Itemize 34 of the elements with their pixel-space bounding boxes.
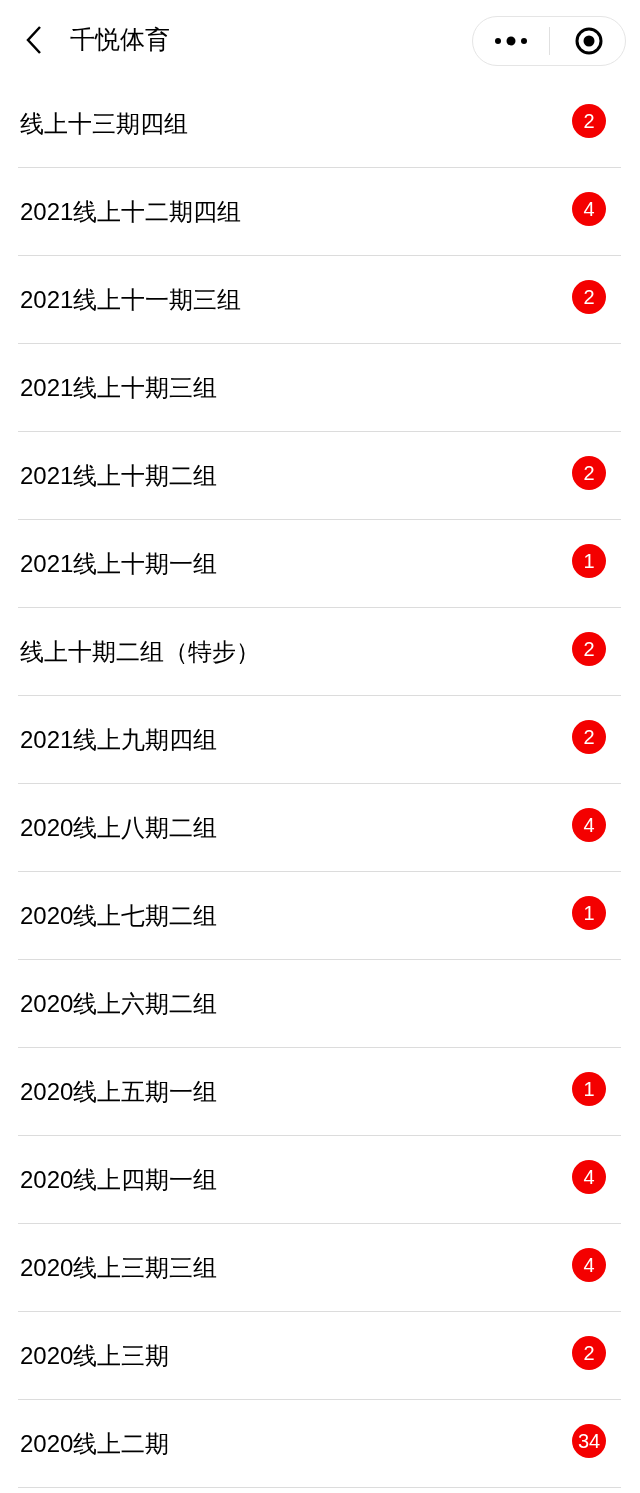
group-name[interactable]: 2020线上三期三组 [20,1249,218,1286]
unread-count-badge: 2 [572,103,606,138]
group-name[interactable]: 2021线上十期三组 [20,369,218,406]
unread-count-badge: 2 [572,455,606,490]
unread-count-badge: 2 [572,1335,606,1370]
back-icon[interactable] [25,25,43,55]
page-title: 千悦体育 [70,24,170,56]
group-name[interactable]: 2020线上五期一组 [20,1073,218,1110]
unread-count-badge: 1 [572,543,606,578]
group-name[interactable]: 2020线上三期 [20,1337,170,1374]
more-icon[interactable] [494,36,528,46]
group-name[interactable]: 2020线上八期二组 [20,809,218,846]
unread-count-badge: 1 [572,1071,606,1106]
unread-count-badge: 1 [572,895,606,930]
group-name[interactable]: 2020线上六期二组 [20,985,218,1022]
group-name[interactable]: 2021线上九期四组 [20,721,218,758]
group-name[interactable]: 2020线上七期二组 [20,897,218,934]
unread-count-badge: 2 [572,719,606,754]
unread-count-badge: 2 [572,279,606,314]
unread-count-badge: 4 [572,1159,606,1194]
unread-count-badge: 4 [572,1247,606,1282]
group-name[interactable]: 2021线上十一期三组 [20,281,242,318]
group-name[interactable]: 2020线上二期 [20,1425,170,1462]
unread-count-badge: 4 [572,191,606,226]
close-target-icon[interactable] [574,26,604,56]
group-name[interactable]: 2021线上十期二组 [20,457,218,494]
unread-count-badge: 4 [572,807,606,842]
group-name[interactable]: 线上十三期四组 [20,105,188,142]
unread-count-badge: 34 [572,1423,606,1458]
unread-count-badge: 2 [572,631,606,666]
group-name[interactable]: 2021线上十二期四组 [20,193,242,230]
group-name[interactable]: 线上十期二组（特步） [20,633,260,670]
group-name[interactable]: 2020线上四期一组 [20,1161,218,1198]
group-name[interactable]: 2021线上十期一组 [20,545,218,582]
